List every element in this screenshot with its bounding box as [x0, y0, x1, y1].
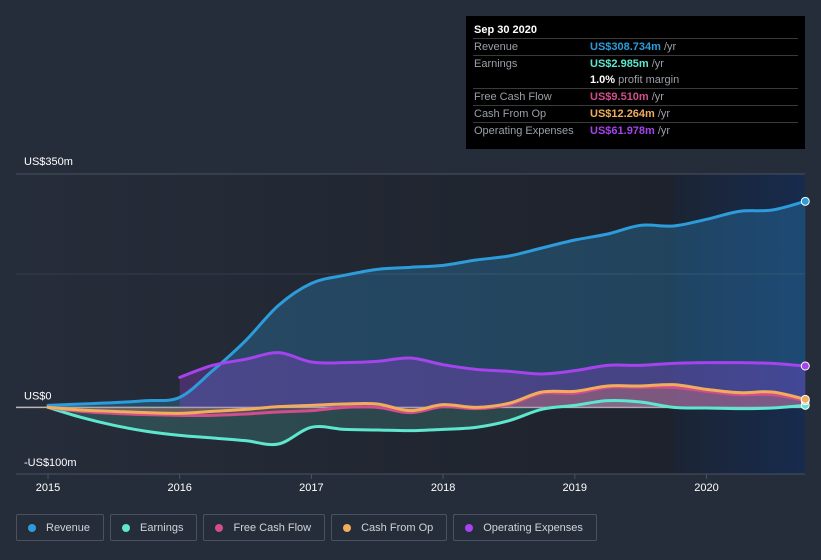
tooltip-row-earnings: Earnings US$2.985m /yr — [473, 55, 798, 72]
y-tick-label-top: US$350m — [24, 156, 73, 168]
legend-item-earnings[interactable]: Earnings — [110, 514, 198, 541]
tooltip-label: Operating Expenses — [474, 125, 574, 137]
cash-from-op-dot-icon — [343, 523, 352, 532]
legend-item-revenue[interactable]: Revenue — [16, 514, 105, 541]
x-tick-label: 2019 — [563, 482, 587, 494]
tooltip-label: Cash From Op — [474, 108, 547, 120]
revenue-end-point — [800, 196, 810, 206]
tooltip-value: US$61.978m — [590, 125, 655, 137]
tooltip-unit: /yr — [663, 41, 677, 53]
tooltip-value: US$2.985m — [590, 58, 649, 70]
tooltip-value: US$308.734m — [590, 41, 661, 53]
earnings-dot-icon — [122, 523, 131, 532]
legend-item-free-cash-flow[interactable]: Free Cash Flow — [203, 514, 326, 541]
x-tick-label: 2015 — [36, 482, 60, 494]
x-tick-label: 2016 — [167, 482, 191, 494]
y-tick-label-zero: US$0 — [24, 390, 52, 402]
x-tick-label: 2018 — [431, 482, 455, 494]
tooltip-row-cash-from-op: Cash From Op US$12.264m /yr — [473, 105, 798, 122]
tooltip-unit: /yr — [651, 91, 664, 103]
legend-label: Operating Expenses — [483, 521, 583, 534]
tooltip-unit: /yr — [651, 58, 664, 70]
tooltip: Sep 30 2020 Revenue US$308.734m /yr Earn… — [466, 16, 805, 149]
tooltip-label: Earnings — [474, 58, 518, 70]
tooltip-date: Sep 30 2020 — [474, 24, 537, 36]
operating-expenses-end-point — [800, 361, 810, 371]
operating-expenses-dot-icon — [465, 523, 474, 532]
legend-label: Free Cash Flow — [233, 521, 312, 534]
legend-label: Revenue — [46, 521, 91, 534]
revenue-dot-icon — [28, 523, 36, 532]
legend-item-operating-expenses[interactable]: Operating Expenses — [453, 514, 597, 541]
tooltip-row-revenue: Revenue US$308.734m /yr — [473, 38, 798, 55]
tooltip-value: US$12.264m — [590, 108, 655, 120]
legend-item-cash-from-op[interactable]: Cash From Op — [331, 514, 448, 541]
free-cash-flow-dot-icon — [215, 523, 224, 532]
x-axis: 2015 2016 2017 2018 2019 2020 — [36, 482, 719, 494]
tooltip-value: 1.0% — [590, 74, 616, 86]
tooltip-unit: /yr — [657, 125, 671, 137]
y-tick-label-bottom: -US$100m — [24, 457, 77, 469]
tooltip-value: US$9.510m — [590, 91, 649, 103]
x-tick-label: 2020 — [694, 482, 718, 494]
tooltip-label: Free Cash Flow — [474, 91, 552, 103]
legend-label: Cash From Op — [361, 521, 434, 534]
tooltip-label: Revenue — [474, 41, 519, 53]
x-tick-label: 2017 — [299, 482, 323, 494]
tooltip-unit: profit margin — [618, 74, 680, 86]
tooltip-row-profit-margin: 1.0% profit margin — [473, 72, 798, 88]
legend: Revenue Earnings Free Cash Flow Cash Fro… — [16, 514, 597, 541]
cash-from-op-end-point — [800, 394, 810, 404]
tooltip-label — [473, 72, 590, 88]
legend-label: Earnings — [140, 521, 184, 534]
tooltip-unit: /yr — [657, 108, 671, 120]
tooltip-row-free-cash-flow: Free Cash Flow US$9.510m /yr — [473, 88, 798, 105]
tooltip-row-operating-expenses: Operating Expenses US$61.978m /yr — [473, 122, 798, 139]
